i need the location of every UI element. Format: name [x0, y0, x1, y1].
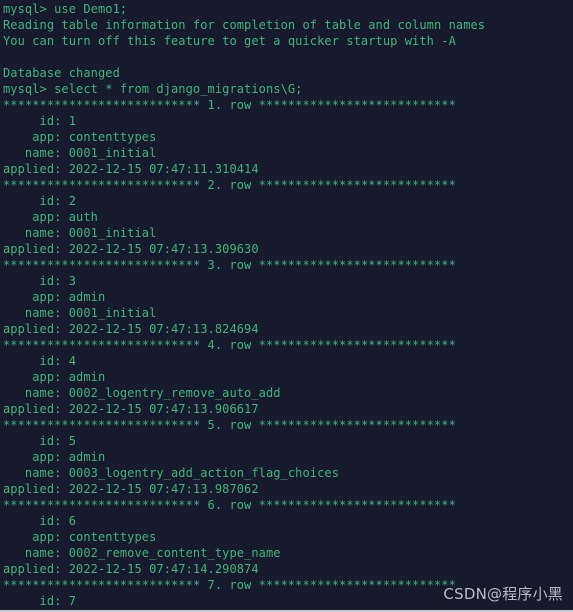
terminal-line: id: 1 — [3, 114, 77, 128]
terminal-line: You can turn off this feature to get a q… — [3, 34, 456, 48]
terminal-line: mysql> select * from django_migrations\G… — [3, 82, 303, 96]
terminal-line: *************************** 4. row *****… — [3, 338, 456, 352]
terminal-line: name: 0003_logentry_add_action_flag_choi… — [3, 466, 340, 480]
terminal-line: applied: 2022-12-15 07:47:13.824694 — [3, 322, 259, 336]
terminal-line: applied: 2022-12-15 07:47:13.309630 — [3, 242, 259, 256]
terminal-line: Database changed — [3, 66, 120, 80]
terminal-line: *************************** 1. row *****… — [3, 98, 456, 112]
terminal-output[interactable]: mysql> use Demo1; Reading table informati… — [3, 1, 569, 609]
terminal-line: id: 7 — [3, 594, 77, 608]
terminal-line: id: 2 — [3, 194, 77, 208]
terminal-line: *************************** 2. row *****… — [3, 178, 456, 192]
terminal-line: app: admin — [3, 290, 106, 304]
terminal-line: name: 0001_initial — [3, 226, 157, 240]
terminal-line: id: 5 — [3, 434, 77, 448]
terminal-line: id: 4 — [3, 354, 77, 368]
terminal-line: app: admin — [3, 450, 106, 464]
terminal-line: *************************** 3. row *****… — [3, 258, 456, 272]
terminal-line: applied: 2022-12-15 07:47:13.987062 — [3, 482, 259, 496]
terminal-line: *************************** 5. row *****… — [3, 418, 456, 432]
terminal-line: id: 3 — [3, 274, 77, 288]
terminal-line: app: admin — [3, 370, 106, 384]
terminal-line: app: auth — [3, 210, 98, 224]
terminal-line: applied: 2022-12-15 07:47:14.290874 — [3, 562, 259, 576]
terminal-line: name: 0002_logentry_remove_auto_add — [3, 386, 281, 400]
terminal-line: *************************** 7. row *****… — [3, 578, 456, 592]
terminal-line: applied: 2022-12-15 07:47:13.906617 — [3, 402, 259, 416]
terminal-line: name: 0001_initial — [3, 146, 157, 160]
terminal-line: mysql> use Demo1; — [3, 2, 128, 16]
terminal-line: app: contenttypes — [3, 530, 157, 544]
terminal-line: applied: 2022-12-15 07:47:11.310414 — [3, 162, 259, 176]
terminal-line: name: 0002_remove_content_type_name — [3, 546, 281, 560]
terminal-line: app: contenttypes — [3, 130, 157, 144]
terminal-line: Reading table information for completion… — [3, 18, 486, 32]
terminal-window[interactable]: mysql> use Demo1; Reading table informati… — [0, 0, 573, 612]
terminal-line: *************************** 6. row *****… — [3, 498, 456, 512]
terminal-line: name: 0001_initial — [3, 306, 157, 320]
terminal-line: id: 6 — [3, 514, 77, 528]
